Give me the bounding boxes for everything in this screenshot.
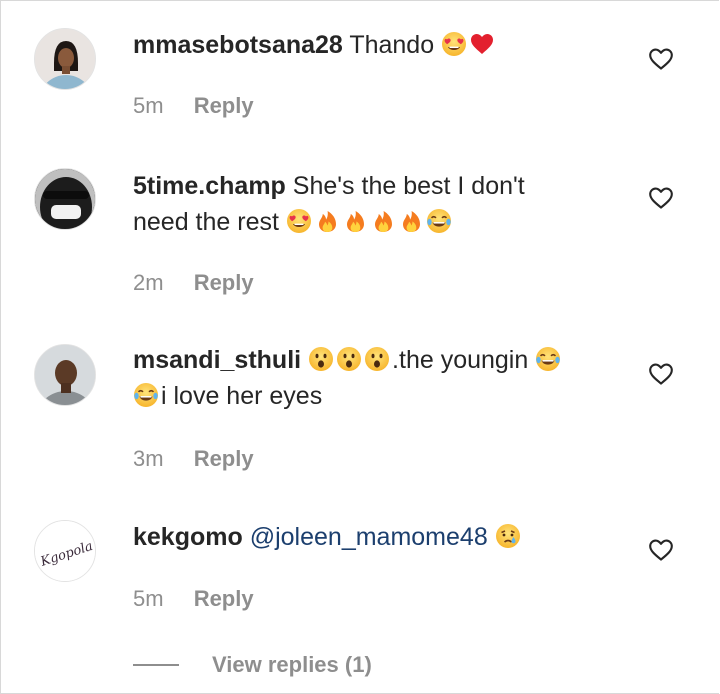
heart-eyes-emoji	[441, 31, 467, 57]
comment-time: 3m	[133, 446, 164, 471]
comment-time: 5m	[133, 93, 164, 118]
comment-text: .the youngin	[392, 346, 529, 374]
replies-divider-line	[133, 664, 179, 666]
crying-emoji	[495, 523, 521, 549]
joy-emoji	[426, 208, 452, 234]
mention-link[interactable]: @joleen_mamome48	[250, 523, 488, 551]
comment-text-line2: i love her eyes	[161, 382, 323, 410]
comment-text-line2: need the rest	[133, 208, 279, 236]
fire-emoji	[314, 208, 340, 234]
astonished-emoji	[364, 346, 390, 372]
astonished-emoji	[336, 346, 362, 372]
joy-emoji	[133, 382, 159, 408]
fire-emoji	[342, 208, 368, 234]
red-heart-emoji	[469, 31, 495, 57]
comment-username[interactable]: kekgomo	[133, 523, 243, 551]
heart-outline-icon[interactable]	[648, 362, 674, 386]
heart-outline-icon[interactable]	[648, 538, 674, 562]
avatar[interactable]	[34, 28, 96, 90]
comment-username[interactable]: msandi_sthuli	[133, 346, 301, 374]
joy-emoji	[535, 346, 561, 372]
view-replies-label: View replies (1)	[212, 652, 372, 677]
heart-outline-icon[interactable]	[648, 186, 674, 210]
heart-outline-icon[interactable]	[648, 47, 674, 71]
reply-button[interactable]: Reply	[194, 446, 254, 471]
avatar[interactable]	[34, 168, 96, 230]
astonished-emoji	[308, 346, 334, 372]
comment-time: 5m	[133, 586, 164, 611]
reply-button[interactable]: Reply	[194, 270, 254, 295]
view-replies-button[interactable]: View replies (1)	[133, 647, 372, 683]
reply-button[interactable]: Reply	[194, 586, 254, 611]
comment-time: 2m	[133, 270, 164, 295]
comment-text: Thando	[349, 31, 435, 59]
heart-eyes-emoji	[286, 208, 312, 234]
comment-text: She's the best I don't	[292, 172, 525, 200]
comment-username[interactable]: 5time.champ	[133, 172, 286, 200]
avatar[interactable]: Kgopola	[34, 520, 96, 582]
fire-emoji	[370, 208, 396, 234]
avatar[interactable]	[34, 344, 96, 406]
comment-username[interactable]: mmasebotsana28	[133, 31, 343, 59]
reply-button[interactable]: Reply	[194, 93, 254, 118]
fire-emoji	[398, 208, 424, 234]
